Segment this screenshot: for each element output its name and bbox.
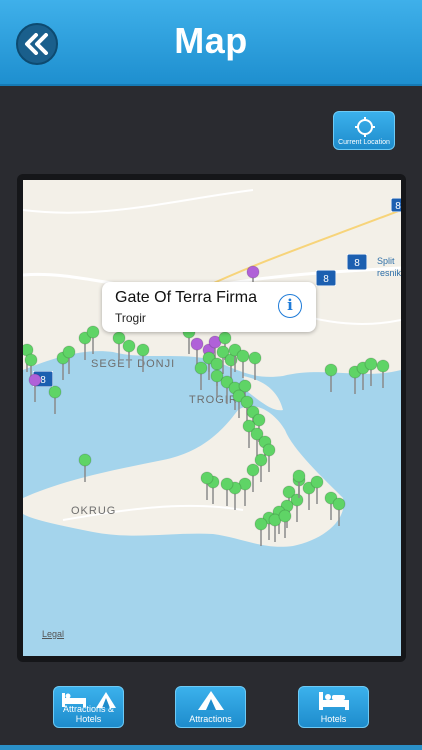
map-pin[interactable] (78, 453, 92, 482)
map-pin[interactable] (278, 509, 292, 538)
header-bar: Map (0, 0, 422, 86)
map-view[interactable]: 8 8 8 8 SEGET DONJI TROGIR OKRUG Split r… (23, 180, 401, 656)
current-location-button[interactable]: Current Location (333, 111, 395, 150)
map-pin[interactable] (254, 517, 268, 546)
map-pin[interactable] (324, 363, 338, 392)
map-pin[interactable] (248, 351, 262, 380)
map-pin[interactable] (28, 373, 42, 402)
tent-icon (197, 691, 224, 710)
map-pin[interactable] (122, 339, 136, 368)
map-pins-layer[interactable] (23, 180, 401, 656)
map-pin[interactable] (238, 477, 252, 506)
hotels-label: Hotels (320, 714, 347, 724)
callout-title: Gate Of Terra Firma (115, 289, 257, 306)
legal-link[interactable]: Legal (42, 629, 64, 639)
map-pin[interactable] (376, 359, 390, 388)
hotels-button[interactable]: Hotels (298, 686, 369, 728)
attractions-hotels-button[interactable]: Attractions & Hotels (53, 686, 124, 728)
page-title: Map (174, 20, 248, 61)
attractions-hotels-label: Attractions & Hotels (62, 704, 115, 724)
map-pin[interactable] (136, 343, 150, 372)
attractions-button[interactable]: Attractions (175, 686, 246, 728)
map-pin[interactable] (236, 349, 250, 378)
bottom-accent-strip (0, 745, 422, 750)
crosshair-icon (355, 117, 375, 137)
attractions-label: Attractions (189, 714, 232, 724)
map-pin[interactable] (194, 361, 208, 390)
callout-subtitle: Trogir (115, 311, 146, 325)
bed-icon (318, 692, 349, 710)
current-location-label: Current Location (338, 139, 390, 146)
map-pin[interactable] (332, 497, 346, 526)
info-icon[interactable]: i (278, 294, 302, 318)
map-callout[interactable]: Gate Of Terra Firma Trogir i (102, 282, 316, 332)
map-pin[interactable] (48, 385, 62, 414)
